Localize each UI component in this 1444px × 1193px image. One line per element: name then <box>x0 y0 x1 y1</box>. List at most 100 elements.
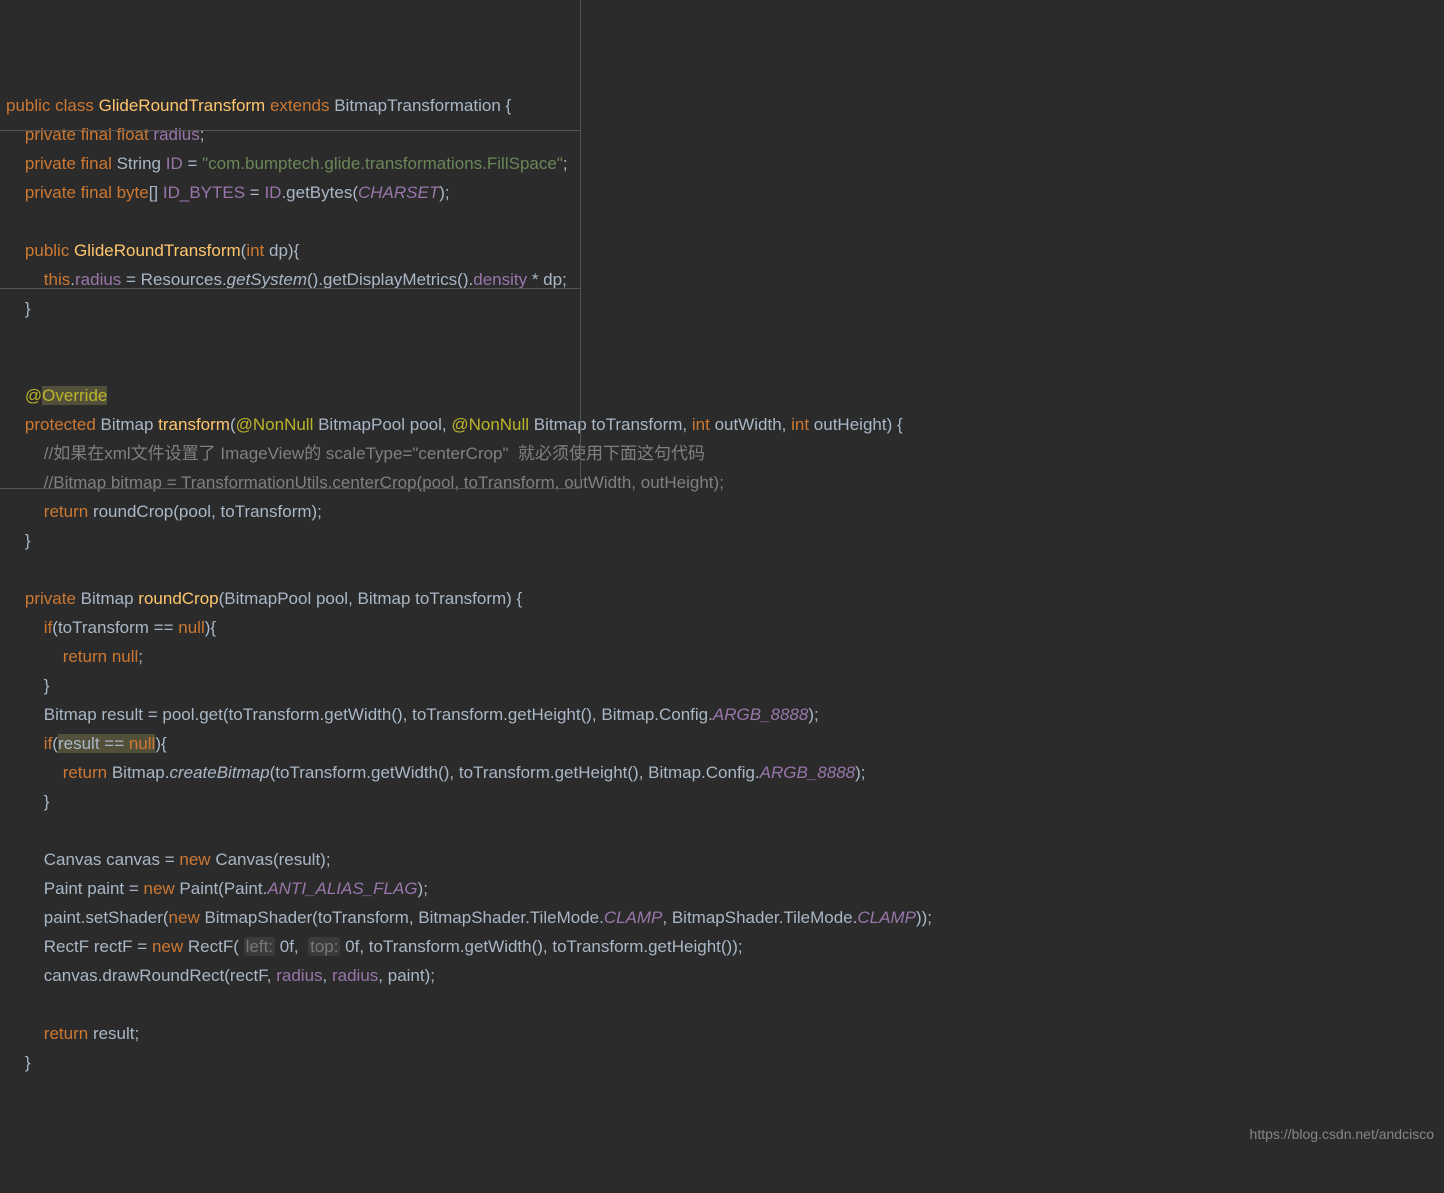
code-line[interactable]: //Bitmap bitmap = TransformationUtils.ce… <box>0 468 1444 497</box>
code-token: ARGB_8888 <box>713 705 808 724</box>
code-token: radius <box>75 270 126 289</box>
code-line[interactable] <box>0 352 1444 381</box>
code-line[interactable]: } <box>0 1048 1444 1077</box>
code-line[interactable]: @Override <box>0 381 1444 410</box>
code-token: @ <box>25 386 42 405</box>
code-token: int <box>246 241 269 260</box>
code-token: paint.setShader( <box>6 908 169 927</box>
code-token <box>6 270 44 289</box>
code-token: "com.bumptech.glide.transformations.Fill… <box>202 154 563 173</box>
code-token: String <box>117 154 166 173</box>
code-token: private final <box>25 154 117 173</box>
code-token: extends <box>270 96 334 115</box>
code-line[interactable]: this.radius = Resources.getSystem().getD… <box>0 265 1444 294</box>
code-token: BitmapShader(toTransform, BitmapShader.T… <box>204 908 603 927</box>
code-token: @NonNull <box>451 415 533 434</box>
code-token: roundCrop <box>138 589 218 608</box>
code-line[interactable]: Canvas canvas = new Canvas(result); <box>0 845 1444 874</box>
code-line[interactable]: } <box>0 787 1444 816</box>
code-token: left: <box>244 937 275 956</box>
code-line[interactable] <box>0 816 1444 845</box>
method-separator-hline <box>0 288 580 289</box>
code-token: } <box>6 531 31 550</box>
code-token <box>6 734 44 753</box>
code-token: private final byte <box>25 183 149 202</box>
code-line[interactable]: } <box>0 526 1444 555</box>
code-token: result; <box>93 1024 139 1043</box>
code-line[interactable]: canvas.drawRoundRect(rectF, radius, radi… <box>0 961 1444 990</box>
code-line[interactable]: protected Bitmap transform(@NonNull Bitm… <box>0 410 1444 439</box>
code-token: ().getDisplayMetrics(). <box>307 270 473 289</box>
code-token: Bitmap toTransform, <box>534 415 692 434</box>
code-line[interactable]: private final byte[] ID_BYTES = ID.getBy… <box>0 178 1444 207</box>
code-line[interactable] <box>0 990 1444 1019</box>
code-token: ID <box>166 154 188 173</box>
code-token: Bitmap <box>101 415 159 434</box>
code-line[interactable] <box>0 323 1444 352</box>
code-token <box>6 444 44 463</box>
code-line[interactable]: if(toTransform == null){ <box>0 613 1444 642</box>
code-line[interactable]: Bitmap result = pool.get(toTransform.get… <box>0 700 1444 729</box>
code-token: this <box>44 270 70 289</box>
code-token: BitmapTransformation { <box>334 96 511 115</box>
code-token <box>6 415 25 434</box>
code-line[interactable]: return roundCrop(pool, toTransform); <box>0 497 1444 526</box>
code-token: radius <box>276 966 322 985</box>
code-line[interactable]: paint.setShader(new BitmapShader(toTrans… <box>0 903 1444 932</box>
code-token: new <box>152 937 188 956</box>
code-token: , <box>323 966 332 985</box>
code-token: return null <box>63 647 139 666</box>
watermark-text: https://blog.csdn.net/andcisco <box>1250 1120 1434 1149</box>
code-line[interactable]: return Bitmap.createBitmap(toTransform.g… <box>0 758 1444 787</box>
code-token: ; <box>200 125 205 144</box>
code-token: new <box>179 850 215 869</box>
code-token: //Bitmap bitmap = TransformationUtils.ce… <box>44 473 724 492</box>
code-line[interactable]: if(result == null){ <box>0 729 1444 758</box>
code-token: public class <box>6 96 99 115</box>
code-token <box>6 502 44 521</box>
code-line[interactable] <box>0 207 1444 236</box>
code-token: ){ <box>155 734 166 753</box>
code-token: ; <box>563 154 568 173</box>
code-line[interactable] <box>0 555 1444 584</box>
code-line[interactable]: private Bitmap roundCrop(BitmapPool pool… <box>0 584 1444 613</box>
code-token: createBitmap <box>169 763 269 782</box>
code-token: ID_BYTES <box>163 183 250 202</box>
code-token: ; <box>138 647 143 666</box>
code-token: roundCrop(pool, toTransform); <box>93 502 322 521</box>
code-token <box>6 589 25 608</box>
code-line[interactable]: public GlideRoundTransform(int dp){ <box>0 236 1444 265</box>
code-token: //如果在xml文件设置了 ImageView的 scaleType="cent… <box>44 444 705 463</box>
code-token: new <box>169 908 205 927</box>
code-token: Canvas(result); <box>215 850 330 869</box>
code-token: @NonNull <box>236 415 318 434</box>
code-token: Paint paint = <box>6 879 144 898</box>
code-token: (toTransform == <box>52 618 178 637</box>
code-line[interactable]: public class GlideRoundTransform extends… <box>0 91 1444 120</box>
code-line[interactable]: //如果在xml文件设置了 ImageView的 scaleType="cent… <box>0 439 1444 468</box>
code-token: ARGB_8888 <box>760 763 855 782</box>
code-line[interactable]: Paint paint = new Paint(Paint.ANTI_ALIAS… <box>0 874 1444 903</box>
code-token: CHARSET <box>358 183 439 202</box>
code-line[interactable]: } <box>0 671 1444 700</box>
code-line[interactable]: private final String ID = "com.bumptech.… <box>0 149 1444 178</box>
code-token: ); <box>808 705 818 724</box>
code-token: CLAMP <box>604 908 663 927</box>
code-body[interactable]: public class GlideRoundTransform extends… <box>0 91 1444 1077</box>
method-separator-hline <box>0 488 580 489</box>
code-line[interactable]: } <box>0 294 1444 323</box>
code-line[interactable]: RectF rectF = new RectF( left: 0f, top: … <box>0 932 1444 961</box>
code-editor[interactable]: public class GlideRoundTransform extends… <box>0 0 1444 1155</box>
code-token: density <box>473 270 532 289</box>
code-line[interactable]: return result; <box>0 1019 1444 1048</box>
code-token: radius <box>332 966 378 985</box>
code-token: top: <box>308 937 340 956</box>
code-token <box>6 763 63 782</box>
code-token: , paint); <box>378 966 435 985</box>
code-token: Bitmap result = pool.get(toTransform.get… <box>6 705 713 724</box>
code-token: int <box>692 415 715 434</box>
code-line[interactable]: private final float radius; <box>0 120 1444 149</box>
code-token: } <box>6 792 49 811</box>
code-line[interactable]: return null; <box>0 642 1444 671</box>
code-token: ); <box>855 763 865 782</box>
